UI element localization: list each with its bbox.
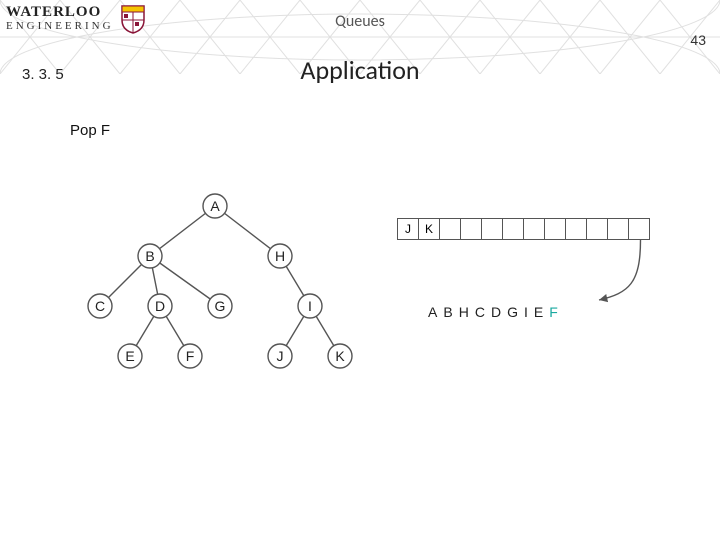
queue-cell-2 (439, 218, 461, 240)
tree-node-label: I (308, 298, 312, 314)
queue-cell-1: K (418, 218, 440, 240)
tree-node-label: A (210, 198, 220, 214)
output-char: F (549, 304, 558, 320)
queue-cell-4 (481, 218, 503, 240)
queue-cell-11 (628, 218, 650, 240)
queue-cell-9 (586, 218, 608, 240)
queue-cell-8 (565, 218, 587, 240)
queue-cell-0: J (397, 218, 419, 240)
queue-area: JK ABHCDGIEF (398, 218, 650, 240)
page-number: 43 (690, 32, 706, 48)
output-char: B (443, 304, 458, 320)
output-char: I (524, 304, 534, 320)
output-char: E (534, 304, 549, 320)
tree-node-label: G (215, 298, 226, 314)
tree-node-label: H (275, 248, 285, 264)
tree-node-label: B (145, 248, 154, 264)
queue-cells: JK (398, 218, 650, 240)
tree-node-label: F (186, 348, 195, 364)
tree-node-label: K (335, 348, 345, 364)
queue-cell-10 (607, 218, 629, 240)
output-char: G (507, 304, 524, 320)
dequeue-arrow (398, 238, 678, 308)
slide-title: Application (0, 54, 720, 86)
queue-cell-6 (523, 218, 545, 240)
queue-cell-3 (460, 218, 482, 240)
output-char: C (475, 304, 491, 320)
header-title: Queues (0, 12, 720, 31)
tree-diagram: A B C D E F G H I J K (60, 190, 370, 380)
queue-cell-7 (544, 218, 566, 240)
output-char: H (459, 304, 475, 320)
queue-cell-5 (502, 218, 524, 240)
tree-node-label: D (155, 298, 165, 314)
tree-node-label: E (125, 348, 134, 364)
body-text: Pop F (70, 122, 110, 139)
output-char: A (428, 304, 443, 320)
tree-node-label: C (95, 298, 105, 314)
output-char: D (491, 304, 507, 320)
output-sequence: ABHCDGIEF (428, 304, 558, 320)
tree-node-label: J (277, 348, 284, 364)
